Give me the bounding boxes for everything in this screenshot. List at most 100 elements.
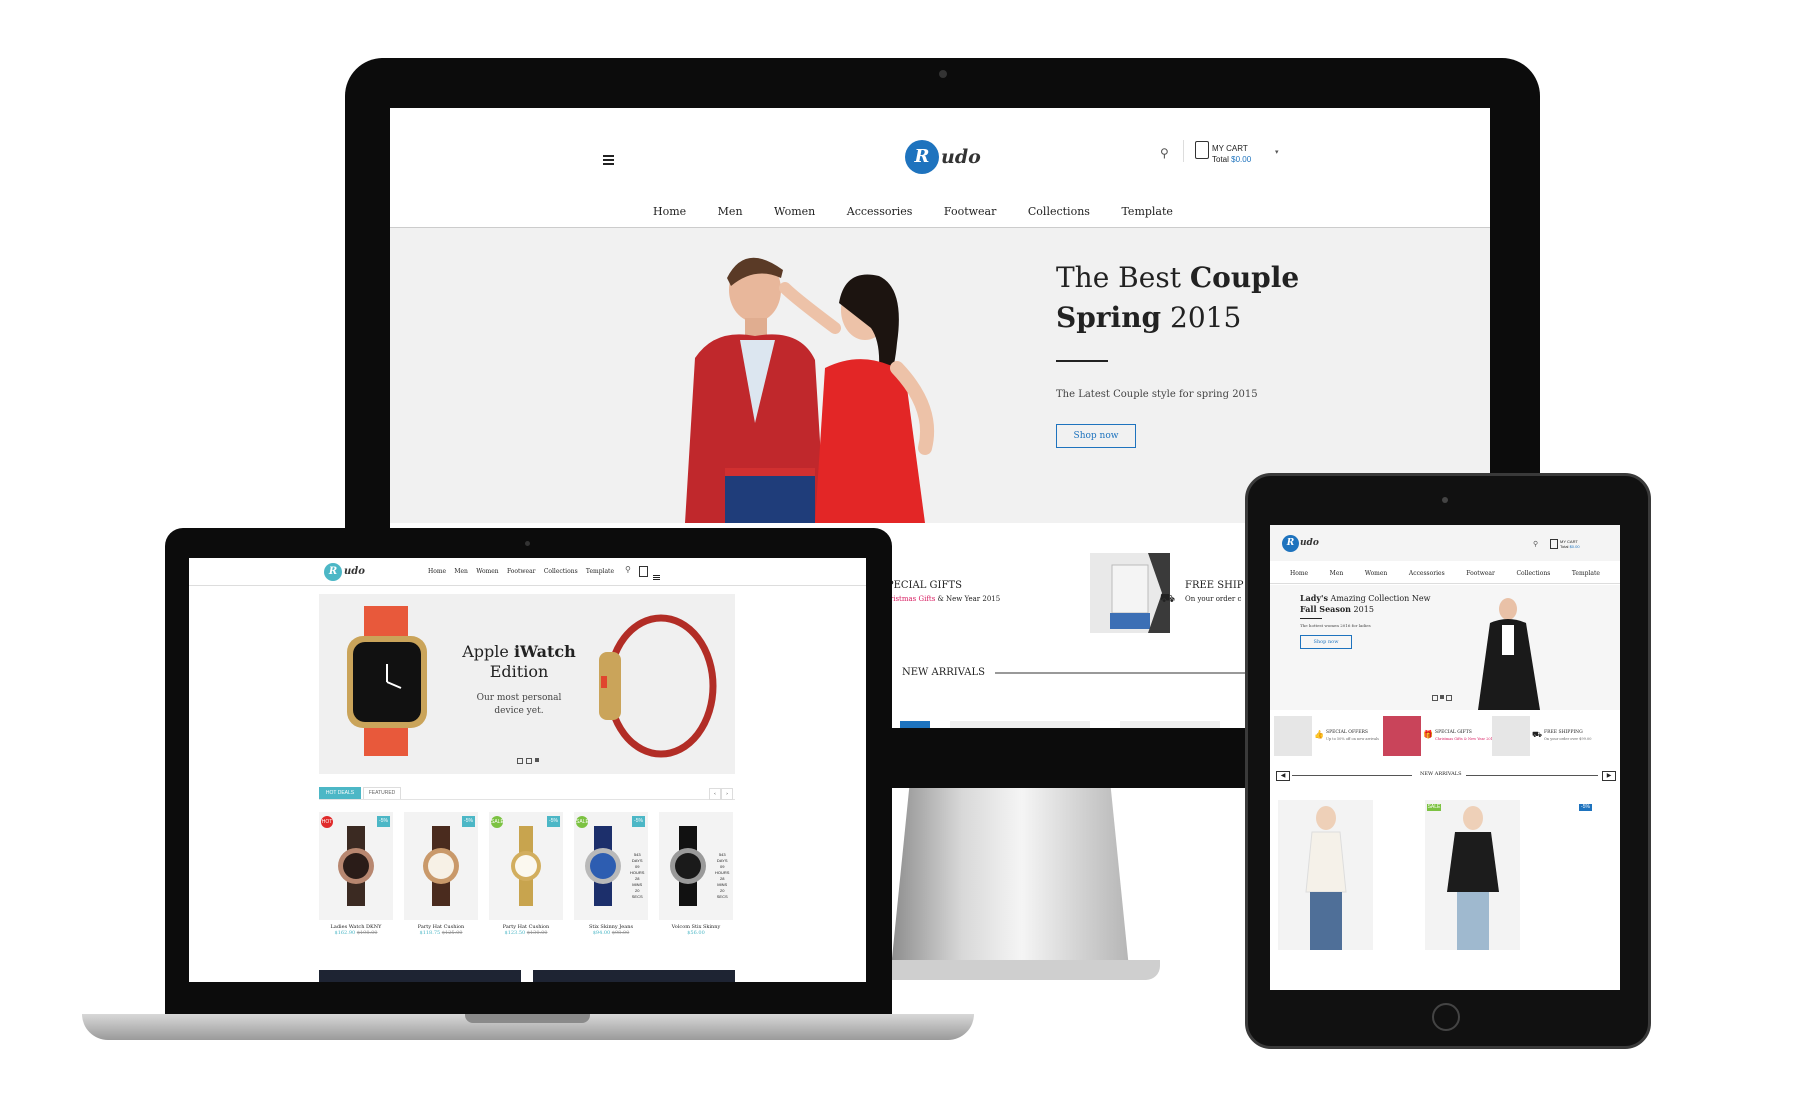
laptop-nav-template[interactable]: Template xyxy=(586,568,614,575)
tablet-logo-text: udo xyxy=(1300,538,1319,548)
cart-chevron-down-icon[interactable]: ▾ xyxy=(1275,148,1279,156)
nav-collections[interactable]: Collections xyxy=(1028,205,1090,218)
product-card[interactable]: SALE -5% 543 DAYS 09 HOURS 28 MINS 20 SECS xyxy=(574,812,648,920)
prev-arrow-icon[interactable]: ‹ xyxy=(709,788,721,800)
laptop-hero-pager[interactable] xyxy=(517,758,539,764)
laptop-nav-divider xyxy=(189,585,866,586)
hero-couple-image xyxy=(635,248,1035,523)
product-caption[interactable]: Party Hat Cushion $118.75 $125.00 xyxy=(404,924,478,936)
truck-icon: ⛟ xyxy=(1160,591,1176,605)
tablet-hero-model-image xyxy=(1478,598,1540,710)
tablet-product-image xyxy=(1305,806,1347,950)
product-caption[interactable]: Stix Skinny Jeans $94.00 $98.00 xyxy=(574,924,648,936)
nav-women[interactable]: Women xyxy=(774,205,815,218)
tablet-hero-subtitle: The hottest women 2016 for ladies xyxy=(1300,623,1371,628)
tablet-prev-arrow-icon[interactable]: ◀ xyxy=(1276,771,1290,781)
tablet-shop-now-button[interactable]: Shop now xyxy=(1300,635,1352,649)
tablet-next-arrow-icon[interactable]: ▶ xyxy=(1602,771,1616,781)
tablet-new-arrivals-heading: NEW ARRIVALS xyxy=(1420,771,1462,777)
product-caption[interactable]: Volcom Stix Skinny $56.00 xyxy=(659,924,733,936)
tablet-service-shipping: FREE SHIPPING On your order over $99.00 xyxy=(1544,730,1592,741)
watch-thumbnail xyxy=(338,826,374,906)
nav-accessories[interactable]: Accessories xyxy=(847,205,913,218)
product-thumb-strip xyxy=(950,721,1090,728)
tablet-nav-collections[interactable]: Collections xyxy=(1516,570,1550,577)
laptop-cart-icon[interactable] xyxy=(639,566,648,577)
tablet-home-button[interactable] xyxy=(1432,1003,1460,1031)
hero-subtitle: The Latest Couple style for spring 2015 xyxy=(1056,389,1258,400)
laptop-search-icon[interactable]: ⚲ xyxy=(625,565,631,574)
laptop-nav-men[interactable]: Men xyxy=(454,568,468,575)
countdown: 543 DAYS 09 HOURS 28 MINS 20 SECS xyxy=(715,852,730,899)
menu-icon[interactable] xyxy=(603,152,614,171)
product-thumb-strip-2 xyxy=(1120,721,1220,728)
store-logo[interactable]: R udo xyxy=(905,138,1025,176)
tab-hot-deals[interactable]: HOT DEALS xyxy=(319,787,361,799)
monitor-stand xyxy=(890,788,1130,978)
tablet-nav-women[interactable]: Women xyxy=(1365,570,1387,577)
tablet-nav-home[interactable]: Home xyxy=(1290,570,1308,577)
product-card[interactable]: SALE -5% xyxy=(489,812,563,920)
cart-total: Total $0.00 xyxy=(1212,155,1252,164)
tablet-arrivals-line-right xyxy=(1466,775,1598,776)
sale-badge: SALE xyxy=(491,816,504,828)
tablet-nav-footwear[interactable]: Footwear xyxy=(1466,570,1495,577)
next-arrow-icon[interactable]: › xyxy=(721,788,733,800)
product-card[interactable]: -5% xyxy=(404,812,478,920)
nav-footwear[interactable]: Footwear xyxy=(944,205,996,218)
search-icon[interactable]: ⚲ xyxy=(1160,146,1169,160)
laptop-nav-home[interactable]: Home xyxy=(428,568,446,575)
laptop-nav-collections[interactable]: Collections xyxy=(544,568,578,575)
hero-title-underline xyxy=(1056,360,1108,362)
tablet-product-card[interactable]: SALE xyxy=(1425,800,1520,950)
laptop-nav-women[interactable]: Women xyxy=(476,568,498,575)
logo-mark: R xyxy=(905,140,939,174)
tablet-cart-summary[interactable]: MY CART Total $0.00 xyxy=(1560,539,1580,549)
banner-preview-left xyxy=(319,970,521,982)
tablet-nav: Home Men Women Accessories Footwear Coll… xyxy=(1290,570,1600,577)
laptop-logo-mark[interactable]: R xyxy=(324,563,342,581)
tablet-screen: R udo ⚲ MY CART Total $0.00 Home Men Wome… xyxy=(1270,525,1620,990)
cart-icon[interactable] xyxy=(1195,141,1209,159)
tablet-product-image xyxy=(1447,806,1499,950)
product-card[interactable]: HOT -5% xyxy=(319,812,393,920)
product-caption[interactable]: Ladies Watch DKNY $162.90 $198.00 xyxy=(319,924,393,936)
nav-home[interactable]: Home xyxy=(653,205,686,218)
laptop-hero-banner: Apple iWatch Edition Our most personal dev… xyxy=(319,594,735,774)
cart-label[interactable]: MY CART xyxy=(1212,144,1248,153)
header-divider xyxy=(1183,140,1184,162)
product-caption[interactable]: Party Hat Cushion $123.50 $130.00 xyxy=(489,924,563,936)
tablet-product-card[interactable] xyxy=(1278,800,1373,950)
service-title-shipping: FREE SHIP xyxy=(1185,580,1244,591)
laptop-menu-icon[interactable] xyxy=(653,566,660,585)
tablet-service-offers: SPECIAL OFFERS Up to 50% off on new arriv… xyxy=(1326,730,1379,741)
tablet-hero-banner: Lady's Amazing Collection New Fall Seaso… xyxy=(1270,585,1620,710)
tablet-nav-template[interactable]: Template xyxy=(1572,570,1600,577)
tablet-service-image xyxy=(1274,716,1312,756)
tablet-service-gifts: SPECIAL GIFTS Christmas Gifts & New Year … xyxy=(1435,730,1496,741)
watch-thumbnail xyxy=(585,826,621,906)
tablet-nav-men[interactable]: Men xyxy=(1330,570,1344,577)
tablet-service-image xyxy=(1492,716,1530,756)
hot-badge: HOT xyxy=(321,816,333,828)
hero-shop-now-button[interactable]: Shop now xyxy=(1056,424,1136,448)
tablet-logo-mark[interactable]: R xyxy=(1282,535,1299,552)
tablet-hero-title: Lady's Amazing Collection New Fall Seaso… xyxy=(1300,593,1431,614)
nav-template[interactable]: Template xyxy=(1121,205,1172,218)
thumbs-up-icon: 👍 xyxy=(1314,730,1324,739)
tablet-hero-pager[interactable] xyxy=(1432,695,1452,701)
banner-preview-right xyxy=(533,970,735,982)
watch-image-side xyxy=(599,614,717,758)
tablet-sale-badge: SALE xyxy=(1427,804,1441,811)
tablet-search-icon[interactable]: ⚲ xyxy=(1533,540,1538,548)
product-card[interactable]: 543 DAYS 09 HOURS 28 MINS 20 SECS xyxy=(659,812,733,920)
nav-men[interactable]: Men xyxy=(718,205,743,218)
product-badge-strip xyxy=(900,721,930,728)
laptop-hero-title: Apple iWatch Edition xyxy=(462,642,576,681)
laptop-nav-footwear[interactable]: Footwear xyxy=(507,568,536,575)
watch-thumbnail xyxy=(670,826,706,906)
monitor-camera xyxy=(939,70,947,78)
tablet-cart-icon[interactable] xyxy=(1550,539,1558,549)
tablet-nav-accessories[interactable]: Accessories xyxy=(1409,570,1445,577)
product-grid: HOT -5% -5% SALE -5% SALE -5% 543 DAYS 09… xyxy=(319,812,735,930)
